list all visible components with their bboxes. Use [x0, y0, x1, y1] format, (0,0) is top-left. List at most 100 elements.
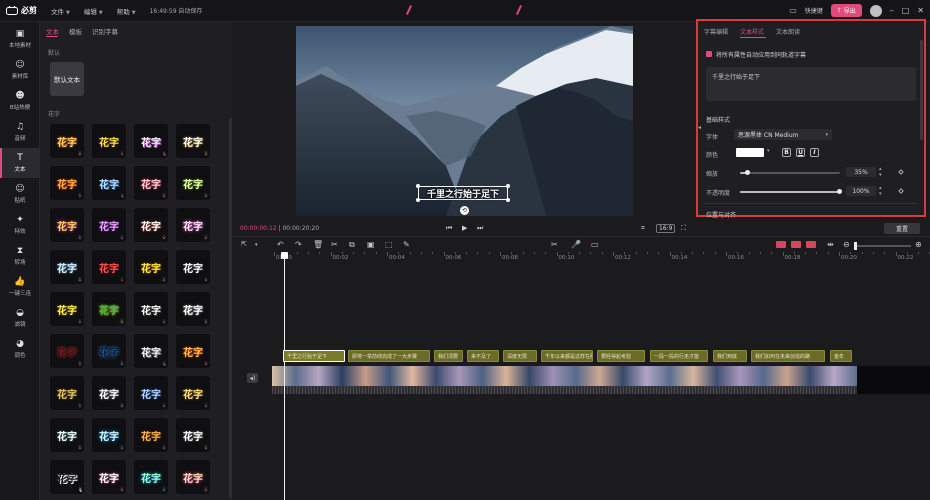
drag-handle[interactable]: [515, 5, 523, 15]
download-icon[interactable]: ↓: [204, 403, 208, 409]
chevron-down-icon[interactable]: ▾: [767, 148, 770, 154]
download-icon[interactable]: ↓: [78, 319, 82, 325]
download-icon[interactable]: ↓: [120, 487, 124, 493]
download-icon[interactable]: ↓: [78, 235, 82, 241]
zoom-out-icon[interactable]: ⊖: [843, 240, 850, 249]
download-icon[interactable]: ↓: [78, 151, 82, 157]
keyframe-icon[interactable]: [898, 169, 904, 175]
split-icon[interactable]: ✂: [331, 240, 338, 249]
subtitle-clip[interactable]: 一段一段的行走才能: [650, 350, 708, 362]
huazi-item[interactable]: 花字 ↓: [176, 334, 210, 368]
huazi-item[interactable]: 花字 ↓: [134, 418, 168, 452]
subtitle-clip[interactable]: 我们如何在未来创造的路: [751, 350, 825, 362]
chevron-down-icon[interactable]: ▾: [255, 242, 258, 248]
sidebar-item-like[interactable]: 👍 一键三连: [0, 272, 40, 302]
tab-template[interactable]: 模板: [69, 26, 82, 36]
tab-text-to-speech[interactable]: 文本朗读: [776, 27, 800, 36]
tab-text[interactable]: 文本: [46, 26, 59, 36]
sidebar-item-filter[interactable]: ◒ 滤镜: [0, 303, 40, 333]
resize-handle[interactable]: [416, 198, 420, 202]
crop-icon[interactable]: ⌗: [641, 224, 645, 233]
stepper-icon[interactable]: ▴ ▾: [879, 185, 882, 197]
fullscreen-icon[interactable]: ⛶: [681, 224, 686, 233]
menu-file[interactable]: 文件 ▼: [51, 6, 70, 16]
download-icon[interactable]: ↓: [120, 277, 124, 283]
download-icon[interactable]: ↓: [162, 445, 166, 451]
rotate-handle-icon[interactable]: ⟲: [460, 206, 469, 215]
download-icon[interactable]: ↓: [78, 445, 82, 451]
maximize-button[interactable]: □: [902, 6, 910, 15]
sidebar-item-transition[interactable]: ⧗ 转场: [0, 241, 40, 271]
subtitle-clip[interactable]: 千年以来都是这样在那里: [541, 350, 593, 362]
subtitle-clip[interactable]: 千里之行始于足下: [283, 350, 345, 362]
menu-edit[interactable]: 编辑 ▼: [84, 6, 103, 16]
subtitle-clip[interactable]: 深度无限: [503, 350, 537, 362]
tab-subtitle-edit[interactable]: 字幕编辑: [704, 27, 728, 36]
huazi-item[interactable]: 花字 ↓: [176, 208, 210, 242]
track-toggle-icon[interactable]: [806, 241, 816, 248]
huazi-item[interactable]: 花字 ↓: [50, 460, 84, 494]
huazi-item[interactable]: 花字 ↓: [50, 292, 84, 326]
download-icon[interactable]: ↓: [120, 403, 124, 409]
zoom-slider[interactable]: [855, 245, 911, 247]
subtitle-clip[interactable]: 我们到底: [713, 350, 747, 362]
huazi-item[interactable]: 花字 ↓: [50, 208, 84, 242]
sidebar-item-effect[interactable]: ✦ 特效: [0, 210, 40, 240]
download-icon[interactable]: ↓: [204, 277, 208, 283]
drag-handle[interactable]: [405, 5, 413, 15]
reset-button[interactable]: 重置: [884, 223, 920, 234]
opacity-slider-knob[interactable]: [837, 189, 842, 194]
export-button[interactable]: ⇪ 导出: [830, 4, 862, 17]
sidebar-item-music[interactable]: ♫ 音频: [0, 117, 40, 147]
download-icon[interactable]: ↓: [120, 151, 124, 157]
tab-text-style[interactable]: 文本样式: [740, 27, 764, 36]
huazi-item[interactable]: 花字 ↓: [92, 250, 126, 284]
huazi-item[interactable]: 花字 ↓: [50, 376, 84, 410]
huazi-item[interactable]: 花字 ↓: [92, 460, 126, 494]
bold-button[interactable]: B: [782, 148, 791, 157]
resize-handle[interactable]: [506, 198, 510, 202]
zoom-in-icon[interactable]: ⊕: [915, 240, 922, 249]
download-icon[interactable]: ↓: [78, 277, 82, 283]
underline-button[interactable]: U: [796, 148, 805, 157]
track-toggle-icon[interactable]: [791, 241, 801, 248]
huazi-item[interactable]: 花字 ↓: [92, 166, 126, 200]
download-icon[interactable]: ↓: [204, 319, 208, 325]
huazi-item[interactable]: 花字 ↓: [176, 418, 210, 452]
huazi-item[interactable]: 花字 ↓: [50, 418, 84, 452]
huazi-item[interactable]: 花字 ↓: [50, 166, 84, 200]
opacity-value[interactable]: 100%: [846, 186, 876, 196]
playhead-handle[interactable]: [281, 252, 288, 259]
download-icon[interactable]: ↓: [120, 235, 124, 241]
next-frame-icon[interactable]: ⏭: [477, 224, 483, 233]
huazi-item[interactable]: 花字 ↓: [176, 250, 210, 284]
download-icon[interactable]: ↓: [204, 487, 208, 493]
minimize-button[interactable]: –: [890, 6, 894, 15]
mic-icon[interactable]: 🎤: [571, 240, 581, 249]
stepper-icon[interactable]: ▴ ▾: [879, 166, 882, 178]
mirror-icon[interactable]: ⬚: [385, 240, 393, 249]
huazi-item[interactable]: 花字 ↓: [134, 124, 168, 158]
font-select[interactable]: 思源黑体 CN Medium ▾: [734, 129, 832, 140]
huazi-item[interactable]: 花字 ↓: [92, 334, 126, 368]
subtitle-clip[interactable]: 我们须要: [434, 350, 463, 362]
zoom-slider-knob[interactable]: [854, 242, 857, 250]
download-icon[interactable]: ↓: [162, 277, 166, 283]
italic-button[interactable]: I: [810, 148, 819, 157]
scissors-icon[interactable]: ✂: [551, 240, 558, 249]
huazi-item[interactable]: 花字 ↓: [50, 124, 84, 158]
sidebar-item-palette[interactable]: ◕ 调色: [0, 334, 40, 364]
download-icon[interactable]: ↓: [78, 487, 82, 493]
tab-recognize-subtitle[interactable]: 识别字幕: [92, 26, 118, 36]
avatar[interactable]: [869, 4, 882, 17]
subtitle-clip[interactable]: 金年: [830, 350, 852, 362]
split-view-icon[interactable]: ⇹: [827, 240, 834, 249]
subtitle-overlay[interactable]: 千里之行始于足下: [418, 186, 508, 200]
scale-slider-knob[interactable]: [745, 170, 750, 175]
panel-scrollbar[interactable]: [920, 40, 923, 140]
undo-icon[interactable]: ↶: [277, 240, 284, 249]
download-icon[interactable]: ↓: [162, 235, 166, 241]
timeline-ruler[interactable]: 00:0000:0200:0400:0600:0800:1000:1200:14…: [272, 252, 930, 264]
huazi-item[interactable]: 花字 ↓: [176, 376, 210, 410]
download-icon[interactable]: ↓: [120, 361, 124, 367]
